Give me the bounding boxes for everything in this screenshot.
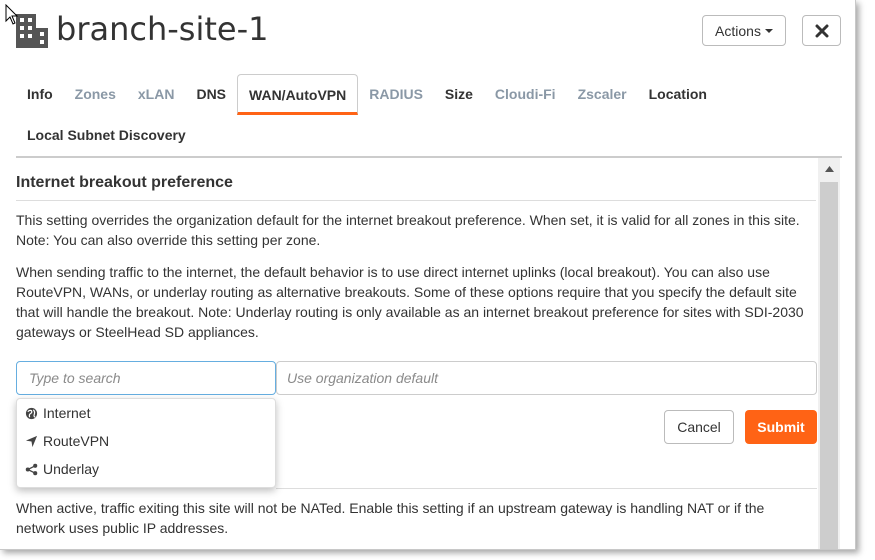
section-divider bbox=[16, 200, 816, 201]
breakout-section: Internet breakout preference This settin… bbox=[16, 160, 816, 342]
caret-down-icon bbox=[764, 28, 773, 33]
actions-button[interactable]: Actions bbox=[702, 15, 786, 46]
option-label: RouteVPN bbox=[43, 433, 110, 449]
page-title: branch-site-1 bbox=[56, 10, 269, 48]
globe-icon bbox=[25, 407, 38, 419]
tab-info[interactable]: Info bbox=[16, 74, 64, 115]
option-internet[interactable]: Internet bbox=[17, 399, 275, 427]
tab-row-2: Local Subnet Discovery bbox=[16, 115, 842, 155]
vertical-scrollbar[interactable] bbox=[818, 158, 840, 549]
actions-label: Actions bbox=[715, 22, 761, 39]
tab-zscaler[interactable]: Zscaler bbox=[567, 74, 638, 115]
option-routevpn[interactable]: RouteVPN bbox=[17, 427, 275, 455]
mouse-cursor-icon bbox=[5, 4, 19, 25]
nat-description: When active, traffic exiting this site w… bbox=[16, 500, 765, 536]
site-settings-dialog: branch-site-1 Actions Info Zones xLAN DN… bbox=[0, 0, 856, 550]
tab-content-divider bbox=[16, 156, 842, 158]
option-label: Underlay bbox=[43, 461, 100, 477]
option-label: Internet bbox=[43, 405, 91, 421]
share-icon bbox=[25, 463, 38, 475]
submit-button[interactable]: Submit bbox=[745, 410, 817, 444]
building-icon bbox=[16, 14, 48, 48]
cancel-button[interactable]: Cancel bbox=[664, 410, 734, 444]
close-icon bbox=[815, 24, 828, 37]
tab-zones[interactable]: Zones bbox=[64, 74, 127, 115]
tab-local-subnet-discovery[interactable]: Local Subnet Discovery bbox=[16, 115, 197, 156]
tab-location[interactable]: Location bbox=[638, 74, 718, 115]
close-button[interactable] bbox=[802, 15, 841, 46]
organization-default-field[interactable]: Use organization default bbox=[276, 361, 817, 395]
location-arrow-icon bbox=[25, 435, 38, 447]
tab-xlan[interactable]: xLAN bbox=[127, 74, 186, 115]
tab-wan-autovpn[interactable]: WAN/AutoVPN bbox=[237, 74, 359, 115]
tab-dns[interactable]: DNS bbox=[185, 74, 237, 115]
breakout-description: When sending traffic to the internet, th… bbox=[16, 264, 804, 340]
section-divider-2 bbox=[276, 488, 817, 489]
breakout-options-dropdown: Internet RouteVPN Underlay bbox=[16, 398, 276, 488]
option-underlay[interactable]: Underlay bbox=[17, 455, 275, 483]
tab-bar: Info Zones xLAN DNS WAN/AutoVPN RADIUS S… bbox=[16, 74, 842, 155]
tab-radius[interactable]: RADIUS bbox=[358, 74, 434, 115]
search-input[interactable] bbox=[16, 361, 276, 395]
scrollbar-thumb[interactable] bbox=[820, 182, 838, 549]
scroll-up-arrow-icon[interactable] bbox=[818, 158, 840, 180]
override-description: This setting overrides the organization … bbox=[16, 212, 800, 248]
dialog-header: branch-site-1 bbox=[14, 10, 268, 48]
tab-row-1: Info Zones xLAN DNS WAN/AutoVPN RADIUS S… bbox=[16, 74, 842, 115]
tab-cloudi-fi[interactable]: Cloudi-Fi bbox=[484, 74, 567, 115]
section-title: Internet breakout preference bbox=[16, 174, 233, 191]
tab-size[interactable]: Size bbox=[434, 74, 484, 115]
